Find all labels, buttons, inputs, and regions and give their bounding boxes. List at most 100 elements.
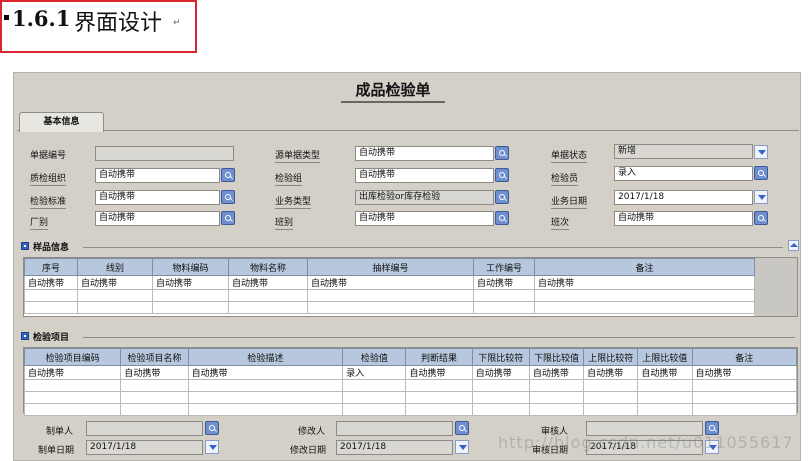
sample-table: 序号 线别 物料编码 物料名称 抽样编号 工作编号 备注 自动携带 自动携带 自… bbox=[24, 258, 755, 314]
label-doc-no: 单据编号 bbox=[30, 151, 67, 161]
make-date-dropdown-icon[interactable] bbox=[205, 440, 219, 454]
column-header[interactable]: 序号 bbox=[24, 258, 78, 276]
tab-basic-info[interactable]: 基本信息 bbox=[19, 112, 104, 132]
column-header[interactable]: 下限比较值 bbox=[528, 348, 585, 366]
column-header[interactable]: 判断结果 bbox=[405, 348, 473, 366]
paragraph-mark-icon: ↵ bbox=[173, 18, 181, 28]
column-header[interactable]: 物料名称 bbox=[228, 258, 308, 276]
column-header[interactable]: 检验项目名称 bbox=[120, 348, 189, 366]
column-header[interactable]: 检验值 bbox=[342, 348, 407, 366]
table-row[interactable] bbox=[24, 289, 755, 302]
sample-section-header[interactable]: 样品信息 bbox=[21, 239, 799, 253]
table-cell[interactable]: 自动携带 bbox=[405, 365, 473, 380]
table-cell[interactable]: 自动携带 bbox=[534, 275, 755, 290]
factory-field[interactable]: 自动携带 bbox=[95, 211, 220, 226]
label-make-date: 制单日期 bbox=[38, 446, 75, 456]
qc-standard-lookup-icon[interactable] bbox=[221, 190, 235, 204]
column-header[interactable]: 检验描述 bbox=[187, 348, 344, 366]
label-modify-date: 修改日期 bbox=[290, 446, 327, 456]
table-row[interactable]: 自动携带 自动携带 自动携带 录入 自动携带 自动携带 自动携带 自动携带 自动… bbox=[23, 365, 798, 380]
qc-org-field[interactable]: 自动携带 bbox=[95, 168, 220, 183]
column-header[interactable]: 物料编码 bbox=[152, 258, 229, 276]
table-cell[interactable]: 自动携带 bbox=[24, 275, 78, 290]
table-cell[interactable]: 自动携带 bbox=[307, 275, 474, 290]
shift-lookup-icon[interactable] bbox=[754, 211, 768, 225]
collapse-icon[interactable] bbox=[21, 242, 29, 250]
factory-lookup-icon[interactable] bbox=[221, 211, 235, 225]
column-header[interactable]: 抽样编号 bbox=[307, 258, 474, 276]
table-cell[interactable]: 自动携带 bbox=[471, 365, 530, 380]
qc-group-lookup-icon[interactable] bbox=[495, 168, 509, 182]
label-modifier: 修改人 bbox=[298, 427, 326, 437]
biz-type-field[interactable]: 出库检验or库存检验 bbox=[355, 190, 494, 205]
inspector-field[interactable]: 录入 bbox=[614, 166, 753, 181]
column-header[interactable]: 备注 bbox=[534, 258, 755, 276]
table-cell[interactable]: 自动携带 bbox=[691, 365, 798, 380]
table-row[interactable] bbox=[23, 391, 798, 404]
maker-field[interactable] bbox=[86, 421, 203, 436]
column-header[interactable]: 下限比较符 bbox=[471, 348, 530, 366]
column-header[interactable]: 上限比较值 bbox=[637, 348, 693, 366]
column-header[interactable]: 线别 bbox=[77, 258, 153, 276]
label-factory: 厂别 bbox=[30, 215, 49, 230]
table-cell[interactable]: 自动携带 bbox=[187, 365, 344, 380]
table-cell[interactable]: 自动携带 bbox=[473, 275, 535, 290]
items-section-title: 检验项目 bbox=[33, 333, 70, 343]
shift-field[interactable]: 自动携带 bbox=[614, 211, 753, 226]
doc-no-field[interactable] bbox=[95, 146, 234, 161]
label-maker: 制单人 bbox=[46, 427, 74, 437]
form-window: 成品检验单 基本信息 单据编号 源单据类型 自动携带 单据状态 新增 质检组织 … bbox=[13, 72, 801, 461]
items-table: 检验项目编码 检验项目名称 检验描述 检验值 判断结果 下限比较符 下限比较值 … bbox=[23, 348, 798, 416]
table-row[interactable]: 自动携带 自动携带 自动携带 自动携带 自动携带 自动携带 自动携带 bbox=[24, 275, 755, 290]
qc-standard-field[interactable]: 自动携带 bbox=[95, 190, 220, 205]
biz-date-field[interactable]: 2017/1/18 bbox=[614, 190, 753, 205]
biz-date-dropdown-icon[interactable] bbox=[754, 190, 768, 204]
qc-org-lookup-icon[interactable] bbox=[221, 168, 235, 182]
shift-group-lookup-icon[interactable] bbox=[495, 211, 509, 225]
modify-date-field[interactable]: 2017/1/18 bbox=[336, 440, 453, 455]
biz-type-lookup-icon[interactable] bbox=[495, 190, 509, 204]
table-cell[interactable]: 自动携带 bbox=[583, 365, 639, 380]
label-biz-date: 业务日期 bbox=[551, 194, 588, 209]
modifier-field[interactable] bbox=[336, 421, 453, 436]
maker-lookup-icon[interactable] bbox=[205, 421, 219, 435]
modifier-lookup-icon[interactable] bbox=[455, 421, 469, 435]
items-table-header: 检验项目编码 检验项目名称 检验描述 检验值 判断结果 下限比较符 下限比较值 … bbox=[23, 348, 798, 366]
table-cell[interactable]: 自动携带 bbox=[152, 275, 229, 290]
modify-date-dropdown-icon[interactable] bbox=[455, 440, 469, 454]
label-inspector: 检验员 bbox=[551, 171, 579, 186]
collapse-icon[interactable] bbox=[21, 332, 29, 340]
inspector-lookup-icon[interactable] bbox=[754, 166, 768, 180]
table-cell[interactable]: 自动携带 bbox=[23, 365, 122, 380]
table-row[interactable] bbox=[24, 301, 755, 314]
divider bbox=[83, 247, 783, 248]
table-cell[interactable]: 自动携带 bbox=[228, 275, 308, 290]
column-header[interactable]: 工作编号 bbox=[473, 258, 535, 276]
shift-group-field[interactable]: 自动携带 bbox=[355, 211, 494, 226]
watermark: http://blog.csdn.net/u011055617 bbox=[498, 433, 794, 452]
doc-status-field[interactable]: 新增 bbox=[614, 144, 753, 159]
table-row[interactable] bbox=[23, 379, 798, 392]
table-cell[interactable]: 自动携带 bbox=[637, 365, 693, 380]
label-shift: 班次 bbox=[551, 215, 570, 230]
column-header[interactable]: 备注 bbox=[691, 348, 798, 366]
table-cell[interactable]: 自动携带 bbox=[120, 365, 189, 380]
sample-table-filler bbox=[754, 258, 797, 316]
source-type-lookup-icon[interactable] bbox=[495, 146, 509, 160]
label-qc-standard: 检验标准 bbox=[30, 194, 67, 209]
doc-status-dropdown-icon[interactable] bbox=[754, 145, 768, 159]
column-header[interactable]: 检验项目编码 bbox=[23, 348, 122, 366]
table-cell[interactable]: 录入 bbox=[342, 365, 407, 380]
make-date-field[interactable]: 2017/1/18 bbox=[86, 440, 203, 455]
label-qc-group: 检验组 bbox=[275, 171, 303, 186]
source-type-field[interactable]: 自动携带 bbox=[355, 146, 494, 161]
table-cell[interactable]: 自动携带 bbox=[77, 275, 153, 290]
heading-title: 界面设计 bbox=[74, 11, 163, 36]
form-title: 成品检验单 bbox=[341, 79, 445, 103]
table-cell[interactable]: 自动携带 bbox=[528, 365, 585, 380]
table-row[interactable] bbox=[23, 403, 798, 416]
items-section-header[interactable]: 检验项目 bbox=[21, 329, 799, 343]
qc-group-field[interactable]: 自动携带 bbox=[355, 168, 494, 183]
column-header[interactable]: 上限比较符 bbox=[583, 348, 639, 366]
scroll-up-icon[interactable] bbox=[788, 240, 799, 251]
